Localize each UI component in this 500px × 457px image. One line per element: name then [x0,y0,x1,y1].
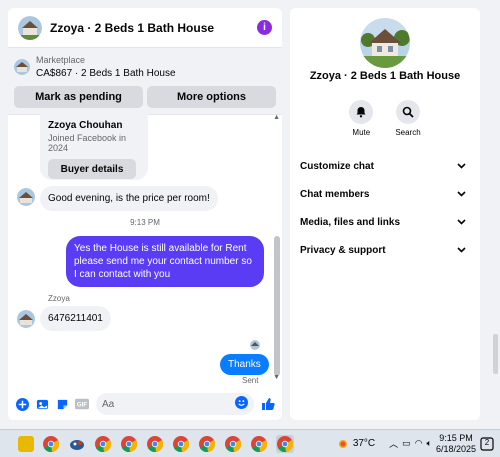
marketplace-banner: Marketplace CA$867 · 2 Beds 1 Bath House… [8,48,282,115]
chevron-down-icon [457,163,466,169]
house-thumbnail[interactable] [18,15,42,40]
section-label: Privacy & support [300,244,386,256]
sticker-icon[interactable] [55,397,69,411]
contact-avatar[interactable] [17,310,35,328]
notification-button[interactable]: 2 [480,436,494,451]
chrome-icon[interactable] [146,435,164,453]
chat-panel: Zzoya · 2 Beds 1 Bath House i Marketplac… [8,8,282,420]
chrome-icon[interactable] [224,435,242,453]
search-icon [402,106,414,118]
section-privacy-support[interactable]: Privacy & support [300,236,466,264]
info-icon[interactable]: i [257,20,272,35]
buyer-details-button[interactable]: Buyer details [48,159,136,179]
chevron-up-icon[interactable]: ︿ [389,437,398,450]
mute-button[interactable]: Mute [349,100,374,137]
sun-icon [338,439,347,448]
listing-thumbnail[interactable] [14,59,30,75]
message-input-placeholder: Aa [102,398,115,410]
chrome-icon[interactable] [250,435,268,453]
composer: GIF Aa [8,388,282,420]
wifi-icon[interactable]: ◠ [415,438,423,449]
info-sections: Customize chat Chat members Media, files… [300,152,466,264]
taskbar: 37°C ︿ ▭ ◠ 🔈︎ 9:15 PM 6/18/2025 2 [0,429,500,457]
file-explorer-icon[interactable] [18,435,34,452]
scroll-down-icon[interactable]: ▼ [273,374,280,381]
more-options-button[interactable]: More options [147,86,276,108]
notification-count: 2 [484,437,490,447]
message-input[interactable]: Aa [96,393,254,415]
contact-avatar[interactable] [17,188,35,206]
section-media-files-links[interactable]: Media, files and links [300,208,466,236]
chrome-icon[interactable] [120,435,138,453]
chrome-icon-active[interactable] [276,434,294,453]
section-chat-members[interactable]: Chat members [300,180,466,208]
section-customize-chat[interactable]: Customize chat [300,152,466,180]
chrome-icon[interactable] [94,435,112,453]
message-timestamp: 9:13 PM [130,218,160,227]
clock-time: 9:15 PM [439,432,473,443]
chevron-down-icon [457,219,466,225]
emoji-icon[interactable] [235,396,248,412]
language-icon[interactable]: ▭ [402,438,411,449]
volume-icon[interactable]: 🔈︎ [427,438,432,449]
mute-label: Mute [352,128,371,137]
message-sent: Thanks [220,354,269,375]
sent-status: Sent [242,376,259,385]
sender-name: Zzoya [48,294,70,303]
read-receipt-avatar [250,340,260,350]
app-icon[interactable] [68,435,86,453]
section-label: Media, files and links [300,216,401,228]
section-label: Chat members [300,188,370,200]
chrome-icon[interactable] [172,435,190,453]
gif-icon[interactable]: GIF [75,397,89,411]
chrome-icon[interactable] [198,435,216,453]
message-list[interactable]: Zzoya Chouhan Joined Facebook in 2024 Bu… [8,114,282,388]
temperature: 37°C [352,438,376,449]
clock[interactable]: 9:15 PM 6/18/2025 [436,433,476,455]
add-icon[interactable] [15,397,29,411]
page-scrollbar[interactable] [492,8,498,420]
svg-text:GIF: GIF [77,402,87,409]
photo-icon[interactable] [35,397,49,411]
conversation-avatar[interactable] [360,18,410,68]
like-icon[interactable] [261,397,275,411]
profile-card: Zzoya Chouhan Joined Facebook in 2024 Bu… [40,114,148,180]
section-label: Customize chat [300,160,374,172]
scroll-up-icon[interactable]: ▲ [273,114,280,121]
chevron-down-icon [457,191,466,197]
chat-title[interactable]: Zzoya · 2 Beds 1 Bath House [50,21,257,35]
profile-name: Zzoya Chouhan [48,120,123,131]
chrome-icon[interactable] [42,435,60,453]
search-button[interactable]: Search [395,100,421,137]
conversation-title: Zzoya · 2 Beds 1 Bath House [309,70,461,82]
chevron-down-icon [457,247,466,253]
message-incoming: Good evening, is the price per room! [40,186,218,211]
chat-header: Zzoya · 2 Beds 1 Bath House i [8,8,282,48]
clock-date: 6/18/2025 [435,443,476,454]
message-outgoing: Yes the House is still available for Ren… [66,236,264,287]
search-label: Search [395,128,421,137]
chat-scrollbar[interactable] [274,236,280,376]
message-incoming: 6476211401 [40,306,111,331]
weather-widget[interactable]: 37°C [336,437,375,451]
mark-pending-button[interactable]: Mark as pending [14,86,143,108]
info-panel: Zzoya · 2 Beds 1 Bath House Mute Search … [290,8,480,420]
listing-title[interactable]: CA$867 · 2 Beds 1 Bath House [36,67,176,80]
marketplace-label: Marketplace [36,55,86,65]
profile-joined: Joined Facebook in 2024 [48,133,127,153]
bell-icon [356,107,366,118]
